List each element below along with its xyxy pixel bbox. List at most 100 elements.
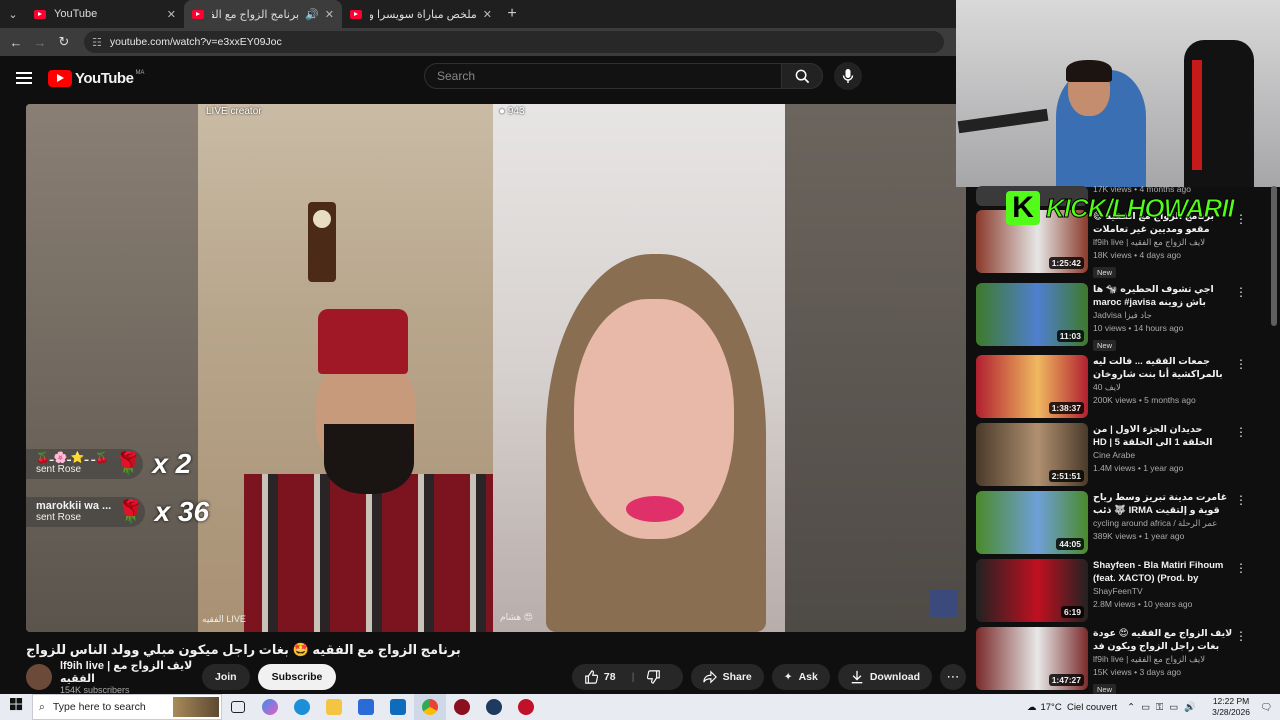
- thumbs-down-icon[interactable]: [646, 670, 661, 684]
- recommended-meta: 200K views • 5 months ago: [1093, 395, 1196, 405]
- outlook-icon[interactable]: [382, 694, 414, 720]
- recommended-meta: 18K views • 4 days ago: [1093, 250, 1182, 260]
- edge-browser-icon[interactable]: [286, 694, 318, 720]
- recommended-channel[interactable]: cycling around africa / عمر الرحلة: [1093, 517, 1233, 530]
- recommended-channel[interactable]: lf9ih live | لايف الزواج مع الفقيه: [1093, 653, 1233, 666]
- recommended-video[interactable]: 2:51:51 حديدان الجزء الاول | من الحلقة 1 …: [976, 423, 1266, 487]
- speaker-icon[interactable]: 🔊: [305, 8, 319, 21]
- browser-tab[interactable]: ملخص مباراة سويسرا وألمانيا (3- ✕: [342, 0, 500, 28]
- recommended-video[interactable]: 11:03 اجي تشوف الحطيره 🐄 ها باش زوينه mar…: [976, 283, 1266, 351]
- more-options-icon[interactable]: ⋮: [1235, 561, 1247, 575]
- kick-handle: KICK/LHOWARII: [1046, 192, 1236, 223]
- recommended-video-title[interactable]: جمعات الفقيه ... فالت ليه بالمراكشية أنا…: [1093, 355, 1233, 381]
- recommended-video-title[interactable]: حديدان الجزء الاول | من الحلقة 1 الى الح…: [1093, 423, 1233, 449]
- hamburger-menu-icon[interactable]: [16, 69, 32, 87]
- more-options-icon[interactable]: ⋮: [1235, 357, 1247, 371]
- recommended-video[interactable]: 6:19 Shayfeen - Bla Matiri Fihoum (feat. …: [976, 559, 1266, 623]
- channel-name[interactable]: lf9ih live | لايف الزواج مع الفقيه: [60, 659, 196, 685]
- video-thumbnail[interactable]: 1:38:37: [976, 355, 1088, 418]
- reload-icon[interactable]: ↻: [52, 34, 76, 50]
- new-tab-plus-icon[interactable]: +: [500, 5, 524, 23]
- video-thumbnail[interactable]: 2:51:51: [976, 423, 1088, 486]
- more-options-icon[interactable]: ⋮: [1235, 285, 1247, 299]
- gift-action: sent Rose: [36, 512, 82, 523]
- weather-text[interactable]: 17°C Ciel couvert: [1040, 702, 1117, 713]
- recommended-video[interactable]: 1:38:37 جمعات الفقيه ... فالت ليه بالمراك…: [976, 355, 1266, 419]
- video-thumbnail[interactable]: 44:05: [976, 491, 1088, 554]
- youtube-favicon-icon: [350, 9, 362, 19]
- like-button[interactable]: 78 |: [571, 664, 683, 690]
- recommended-channel[interactable]: lf9ih live | لايف الزواج مع الفقيه: [1093, 236, 1233, 249]
- copilot-icon[interactable]: [254, 694, 286, 720]
- app-4k-icon[interactable]: [478, 694, 510, 720]
- app-record-icon[interactable]: [510, 694, 542, 720]
- task-view-icon[interactable]: [222, 694, 254, 720]
- tab-title: ملخص مباراة سويسرا وألمانيا (3-: [370, 8, 477, 21]
- chrome-icon[interactable]: [414, 694, 446, 720]
- tab-close-icon[interactable]: ✕: [483, 8, 492, 21]
- recommended-video-title[interactable]: Shayfeen - Bla Matiri Fihoum (feat. XACT…: [1093, 559, 1233, 585]
- notifications-icon[interactable]: 🗨: [1260, 702, 1272, 713]
- app-red-icon[interactable]: [446, 694, 478, 720]
- join-button[interactable]: Join: [202, 664, 250, 690]
- share-button[interactable]: Share: [690, 664, 764, 690]
- video-duration: 44:05: [1056, 538, 1084, 550]
- search-button[interactable]: [781, 63, 823, 89]
- recommended-video-title[interactable]: اجي تشوف الحطيره 🐄 ها باش زوينه maroc #j…: [1093, 283, 1233, 309]
- recommended-video-title[interactable]: لايف الزواج مع الفقيه 😍 عودة بغات راجل ا…: [1093, 627, 1233, 653]
- recommended-video[interactable]: 1:47:27 لايف الزواج مع الفقيه 😍 عودة بغات…: [976, 627, 1266, 694]
- logo-text: YouTube: [75, 69, 134, 87]
- tray-icons[interactable]: ⌃▭⚿▭🔊: [1127, 702, 1202, 713]
- sidebar-scrollbar[interactable]: [1271, 186, 1277, 326]
- video-duration: 11:03: [1056, 330, 1084, 342]
- video-duration: 2:51:51: [1048, 470, 1084, 482]
- site-info-icon[interactable]: ☷: [92, 36, 102, 49]
- wall-clock: [308, 202, 336, 282]
- recommended-channel[interactable]: ShayFeenTV: [1093, 585, 1233, 598]
- new-badge: New: [1093, 340, 1117, 351]
- more-options-icon[interactable]: ⋮: [1235, 425, 1247, 439]
- clock-time: 12:22 PM: [1212, 696, 1250, 706]
- browser-tab[interactable]: YouTube ✕: [26, 0, 184, 28]
- more-options-icon[interactable]: ⋮: [1235, 629, 1247, 643]
- download-button[interactable]: Download: [837, 664, 932, 690]
- video-thumbnail[interactable]: 1:47:27: [976, 627, 1088, 690]
- browser-tab-active[interactable]: برنامج الزواج مع الفقيه 🤩 بغا… 🔊 ✕: [184, 0, 342, 28]
- tab-list-chevron-icon[interactable]: ⌄: [0, 0, 26, 28]
- rose-icon: 🌹: [114, 451, 143, 476]
- channel-avatar[interactable]: [26, 664, 52, 690]
- system-tray: ☁ 17°C Ciel couvert ⌃▭⚿▭🔊 12:22 PM 3/28/…: [1027, 696, 1280, 718]
- tab-close-icon[interactable]: ✕: [167, 8, 176, 21]
- back-arrow-icon[interactable]: ←: [4, 35, 28, 50]
- ask-button[interactable]: ✦ Ask: [771, 664, 830, 690]
- subscribe-button[interactable]: Subscribe: [257, 664, 337, 690]
- url-bar[interactable]: ☷ youtube.com/watch?v=e3xxEY09Joc: [84, 31, 944, 53]
- file-explorer-icon[interactable]: [318, 694, 350, 720]
- windows-start-icon[interactable]: [0, 698, 32, 716]
- recommended-channel[interactable]: Cine Arabe: [1093, 449, 1233, 462]
- video-thumbnail[interactable]: 6:19: [976, 559, 1088, 622]
- channel-row: lf9ih live | لايف الزواج مع الفقيه 154K …: [26, 660, 966, 695]
- video-player[interactable]: LIVE creator ● 943 🍒ـ ـ⭐ـ🌸ـ🍒 sent Rose 🌹 …: [26, 104, 966, 632]
- voice-search-button[interactable]: [834, 62, 862, 90]
- recommended-video[interactable]: 44:05 غامرت مدينة تبريز وسط رياح قوية و إ…: [976, 491, 1266, 555]
- recommended-video-title[interactable]: غامرت مدينة تبريز وسط رياح قوية و إلتقيت…: [1093, 491, 1233, 517]
- more-options-icon[interactable]: ⋮: [1235, 493, 1247, 507]
- more-actions-icon[interactable]: ⋯: [940, 664, 966, 690]
- search-input[interactable]: Search: [424, 63, 782, 89]
- microsoft-store-icon[interactable]: [350, 694, 382, 720]
- video-thumbnail[interactable]: 11:03: [976, 283, 1088, 346]
- recommended-channel[interactable]: لايف 40: [1093, 381, 1233, 394]
- youtube-logo[interactable]: YouTube MA: [48, 69, 144, 87]
- recommended-channel[interactable]: Jadvisa جاد فيزا: [1093, 309, 1233, 322]
- forward-arrow-icon[interactable]: →: [28, 35, 52, 50]
- streamer-hair: [1066, 60, 1112, 82]
- gift-notification: marokkii wa ... sent Rose 🌹 x 36: [26, 496, 209, 528]
- mic-arm: [957, 108, 1049, 134]
- taskbar-search-input[interactable]: ⌕ Type here to search: [32, 694, 222, 720]
- viewer-count-value: 943: [507, 106, 525, 117]
- channel-watermark-thumbnail[interactable]: [930, 590, 958, 618]
- taskbar-clock[interactable]: 12:22 PM 3/28/2026: [1212, 696, 1250, 718]
- tab-close-icon[interactable]: ✕: [325, 8, 334, 21]
- video-duration: 6:19: [1060, 606, 1084, 618]
